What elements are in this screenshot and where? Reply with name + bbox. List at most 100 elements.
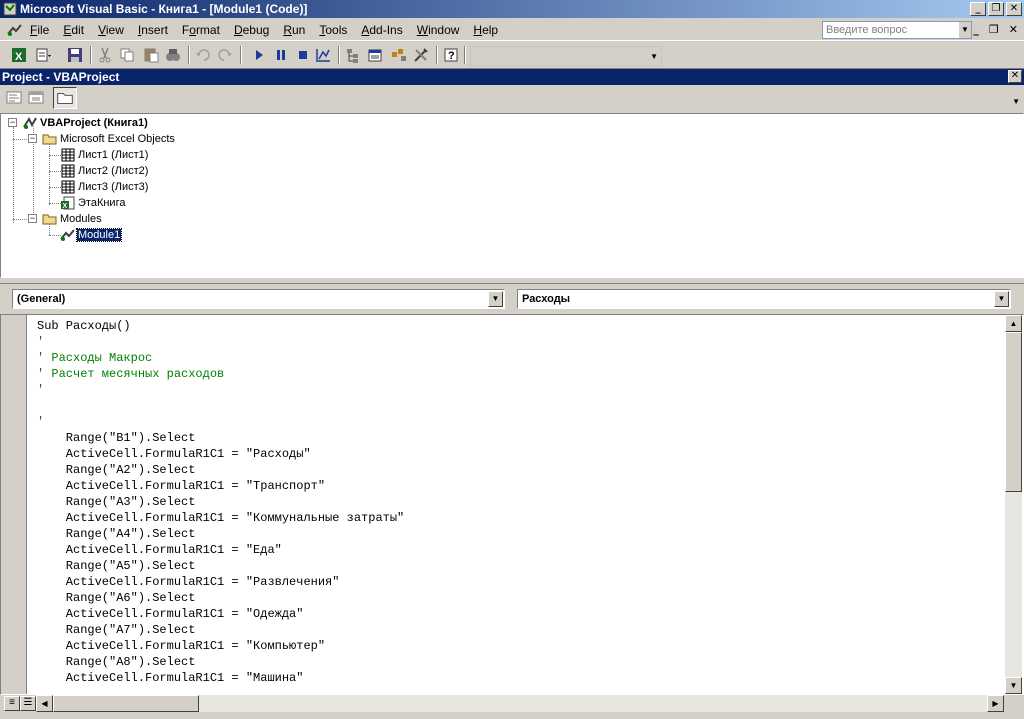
tree-node-sheet3[interactable]: Лист3 (Лист3) [59,179,149,195]
module-icon [60,229,75,241]
worksheet-icon [61,148,75,162]
code-text[interactable]: Sub Расходы() ' ' Расходы Макрос ' Расчет м… [37,318,404,686]
menu-insert[interactable]: Insert [138,23,168,37]
tree-node-sheet2[interactable]: Лист2 (Лист2) [59,163,149,179]
help-search-input[interactable]: Введите вопрос ▼ [822,21,972,39]
scroll-right-icon[interactable]: ▶ [987,695,1004,712]
horizontal-scrollbar[interactable]: ◀ ▶ [36,695,1004,712]
code-line: ActiveCell.FormulaR1C1 = "Расходы" [37,447,311,461]
minimize-button[interactable]: _ [970,2,986,16]
vertical-scrollbar[interactable]: ▲ ▼ [1005,315,1022,694]
svg-text:X: X [63,203,68,210]
menu-view[interactable]: View [98,23,124,37]
view-object-icon[interactable] [26,89,46,107]
code-line: Range("A6").Select [37,591,196,605]
scroll-down-icon[interactable]: ▼ [1005,677,1022,694]
menu-format[interactable]: Format [182,23,220,37]
code-comment-line: ' [37,415,45,429]
tree-node-sheet1[interactable]: Лист1 (Лист1) [59,147,149,163]
reset-icon[interactable] [294,46,312,64]
properties-icon[interactable] [366,46,384,64]
project-tree: − − − VBAProject (Книга1) Microsoft Exce… [0,113,1024,278]
design-mode-icon[interactable] [314,46,332,64]
menu-run[interactable]: Run [283,23,305,37]
paste-icon[interactable] [142,46,160,64]
chevron-down-icon[interactable]: ▼ [959,22,971,38]
tree-label: Microsoft Excel Objects [60,133,175,145]
tree-node-excel-objects[interactable]: Microsoft Excel Objects [41,131,176,147]
title-bar: Microsoft Visual Basic - Книга1 - [Modul… [0,0,1024,18]
menu-window[interactable]: Window [417,23,460,37]
toolbar-combo[interactable]: ▼ [470,46,662,66]
mdi-minimize-button[interactable]: _ [973,23,979,36]
procedure-combo[interactable]: Расходы ▼ [517,289,1011,309]
chevron-down-icon[interactable]: ▼ [488,291,503,307]
menu-file[interactable]: File [30,23,49,37]
save-icon[interactable] [66,46,84,64]
chevron-down-icon[interactable]: ▼ [1012,97,1020,106]
code-line: Range("A2").Select [37,463,196,477]
mdi-close-button[interactable]: ✕ [1009,23,1018,36]
object-combo[interactable]: (General) ▼ [12,289,505,309]
code-comment-line: ' Расчет месячных расходов [37,367,225,381]
chevron-down-icon[interactable]: ▼ [994,291,1009,307]
copy-icon[interactable] [118,46,136,64]
horizontal-scroll-thumb[interactable] [53,695,199,712]
code-line: ActiveCell.FormulaR1C1 = "Еда" [37,543,282,557]
code-window-icon[interactable] [6,22,24,38]
object-combo-value: (General) [17,293,66,305]
code-line: ActiveCell.FormulaR1C1 = "Одежда" [37,607,304,621]
undo-icon[interactable] [194,46,212,64]
project-explorer-icon[interactable] [344,46,362,64]
vertical-scroll-thumb[interactable] [1005,332,1022,492]
folder-open-icon [42,134,57,145]
tree-node-modules[interactable]: Modules [41,211,103,227]
tree-node-module1[interactable]: Module1 [59,227,123,243]
chevron-down-icon[interactable]: ▼ [650,52,658,61]
tree-label: Module1 [75,228,123,242]
toolbox-icon[interactable] [412,46,430,64]
scroll-left-icon[interactable]: ◀ [36,695,53,712]
collapse-root-toggle[interactable]: − [8,118,17,127]
object-browser-icon[interactable] [390,46,408,64]
restore-button[interactable]: ❐ [988,2,1004,16]
toggle-folders-icon[interactable] [53,87,77,109]
close-icon[interactable]: ✕ [1008,70,1022,83]
worksheet-icon [61,180,75,194]
workbook-icon: X [61,196,75,210]
menu-bar: File Edit View Insert Format Debug Run Tools Add… [0,19,1024,41]
breakpoint-margin[interactable] [1,315,27,694]
menu-edit[interactable]: Edit [63,23,84,37]
scroll-up-icon[interactable]: ▲ [1005,315,1022,332]
full-module-view-icon[interactable]: ☰ [20,696,36,711]
menu-addins[interactable]: Add-Ins [361,23,402,37]
collapse-objects-toggle[interactable]: − [28,134,37,143]
mdi-restore-button[interactable]: ❐ [989,23,999,36]
menu-tools[interactable]: Tools [319,23,347,37]
menu-help[interactable]: Help [473,23,498,37]
tree-node-workbook[interactable]: X ЭтаКнига [59,195,126,211]
find-icon[interactable] [164,46,182,64]
code-line: Range("A4").Select [37,527,196,541]
procedure-view-icon[interactable]: ≡ [4,696,20,711]
code-editor[interactable]: Sub Расходы() ' ' Расходы Макрос ' Расчет м… [0,314,1024,695]
project-pane-title-text: Project - VBAProject [2,70,120,84]
code-comment-line: ' Расходы Макрос [37,351,153,365]
excel-icon[interactable]: X [10,46,28,64]
run-icon[interactable] [250,46,268,64]
tree-label: Modules [60,213,102,225]
code-line: ActiveCell.FormulaR1C1 = "Машина" [37,671,304,685]
status-strip [0,712,1024,719]
redo-icon[interactable] [216,46,234,64]
help-icon[interactable]: ? [442,46,460,64]
code-line: Range("A8").Select [37,655,196,669]
svg-text:?: ? [448,50,455,62]
break-icon[interactable] [272,46,290,64]
close-button[interactable]: ✕ [1006,2,1022,16]
menu-debug[interactable]: Debug [234,23,269,37]
tree-node-vbaproject[interactable]: VBAProject (Книга1) [21,115,149,131]
view-code-icon[interactable] [4,89,24,107]
cut-icon[interactable] [96,46,114,64]
collapse-modules-toggle[interactable]: − [28,214,37,223]
insert-module-icon[interactable] [34,46,52,64]
